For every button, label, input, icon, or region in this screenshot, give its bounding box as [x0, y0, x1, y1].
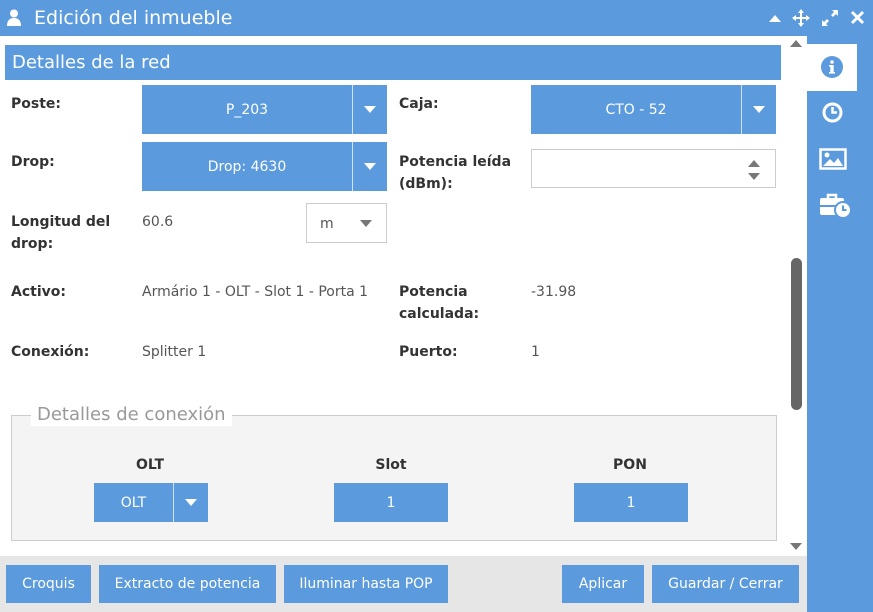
scrollbar-thumb[interactable] — [791, 258, 802, 410]
scroll-up-arrow-icon[interactable] — [790, 40, 802, 47]
iluminar-pop-button[interactable]: Iluminar hasta POP — [284, 565, 448, 603]
drop-label: Drop: — [11, 154, 55, 170]
chevron-down-icon[interactable] — [741, 85, 776, 134]
aplicar-button[interactable]: Aplicar — [562, 565, 644, 603]
longitud-label: Longitud del drop: — [11, 214, 111, 252]
potencia-calculada-value: -31.98 — [531, 284, 577, 300]
caja-label: Caja: — [399, 96, 439, 112]
activo-value: Armário 1 - OLT - Slot 1 - Porta 1 — [142, 284, 369, 300]
window-title: Edición del inmueble — [34, 7, 233, 29]
conexion-value: Splitter 1 — [142, 344, 207, 360]
olt-select[interactable]: OLT — [94, 483, 208, 522]
extracto-potencia-button[interactable]: Extracto de potencia — [99, 565, 276, 603]
caja-select[interactable]: CTO - 52 — [531, 85, 776, 134]
puerto-label: Puerto: — [399, 344, 458, 360]
main-panel: Detalles de la red Poste: P_203 Caja: CT… — [0, 36, 807, 556]
longitud-value[interactable]: 60.6 — [142, 211, 173, 233]
pon-field[interactable]: 1 — [574, 483, 688, 522]
slot-field[interactable]: 1 — [334, 483, 448, 522]
connection-fieldset — [11, 415, 777, 541]
scroll-down-arrow-icon[interactable] — [790, 543, 802, 550]
spinner-icon[interactable] — [747, 159, 761, 181]
move-icon[interactable] — [792, 9, 810, 27]
croquis-button[interactable]: Croquis — [6, 565, 91, 603]
conexion-label: Conexión: — [11, 344, 90, 360]
chevron-down-icon[interactable] — [352, 85, 387, 134]
image-icon[interactable] — [819, 148, 847, 170]
connection-legend: Detalles de conexión — [31, 404, 232, 426]
maximize-icon[interactable] — [821, 9, 839, 27]
activo-label: Activo: — [11, 284, 66, 300]
title-bar[interactable]: Edición del inmueble — [0, 0, 873, 36]
poste-value: P_203 — [225, 101, 269, 118]
chevron-down-icon[interactable] — [352, 142, 387, 191]
olt-value: OLT — [120, 494, 147, 511]
unit-select[interactable]: m — [306, 203, 387, 243]
user-icon — [7, 9, 21, 26]
guardar-cerrar-button[interactable]: Guardar / Cerrar — [652, 565, 799, 603]
puerto-value: 1 — [531, 344, 540, 360]
drop-select[interactable]: Drop: 4630 — [142, 142, 387, 191]
drop-value: Drop: 4630 — [207, 158, 287, 175]
caja-value: CTO - 52 — [605, 101, 667, 118]
history-icon[interactable] — [822, 102, 843, 123]
info-icon[interactable] — [821, 56, 843, 78]
slot-label: Slot — [375, 457, 407, 473]
olt-label: OLT — [135, 457, 165, 473]
poste-select[interactable]: P_203 — [142, 85, 387, 134]
collapse-icon[interactable] — [768, 9, 782, 27]
potencia-leida-label: Potencia leída (dBm): — [399, 154, 512, 192]
potencia-leida-input[interactable] — [531, 149, 776, 188]
pon-label: PON — [613, 457, 647, 473]
section-header: Detalles de la red — [5, 45, 781, 80]
close-icon[interactable] — [850, 9, 865, 27]
unit-value: m — [320, 216, 334, 232]
briefcase-clock-icon[interactable] — [819, 193, 852, 219]
poste-label: Poste: — [11, 96, 61, 112]
chevron-down-icon — [360, 220, 372, 227]
chevron-down-icon[interactable] — [173, 483, 208, 522]
potencia-calculada-label: Potencia calculada: — [399, 284, 480, 322]
